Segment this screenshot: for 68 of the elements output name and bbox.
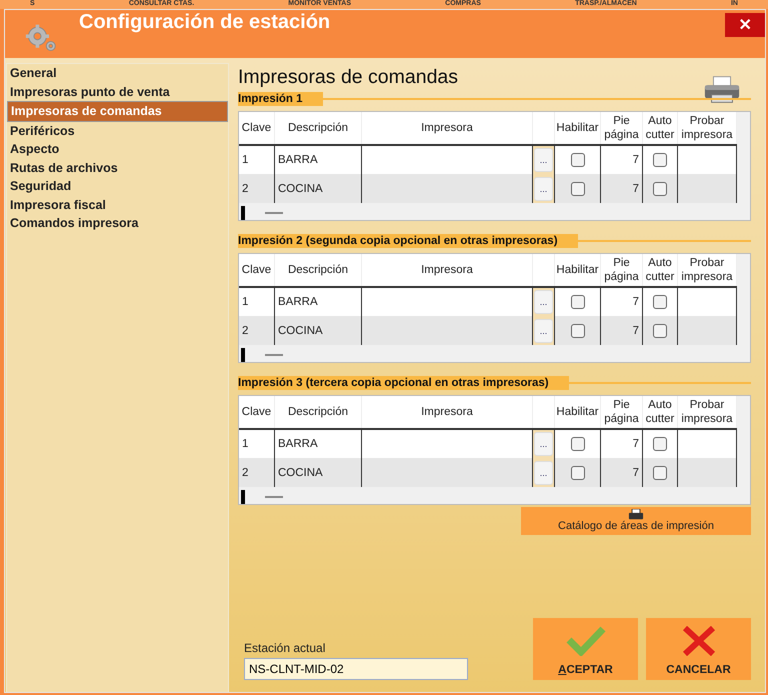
checkbox[interactable]: [570, 437, 584, 451]
column-header: Probar impresora: [678, 112, 736, 145]
page-title: Impresoras de comandas: [238, 66, 458, 90]
column-header: Clave: [239, 112, 274, 145]
sidebar-item[interactable]: Impresora fiscal: [7, 196, 228, 214]
column-header: Habilitar: [554, 112, 600, 145]
checkbox[interactable]: [570, 153, 584, 167]
row-indicator: [241, 490, 245, 504]
column-header: Clave: [239, 254, 274, 287]
printer-icon: [628, 509, 644, 520]
column-header: Impresora: [362, 396, 532, 429]
column-header: Probar impresora: [678, 254, 736, 287]
browse-button[interactable]: ...: [534, 460, 553, 484]
checkbox[interactable]: [653, 182, 667, 196]
column-header: Habilitar: [554, 396, 600, 429]
checkbox[interactable]: [570, 182, 584, 196]
column-header: Probar impresora: [678, 396, 736, 429]
browse-button[interactable]: ...: [534, 290, 553, 314]
close-button[interactable]: ✕: [725, 13, 765, 37]
sidebar-item[interactable]: General: [7, 64, 228, 82]
sidebar-item[interactable]: Impresoras de comandas: [7, 101, 228, 122]
checkbox[interactable]: [653, 295, 667, 309]
section-title: Impresión 1: [238, 92, 323, 106]
sidebar-item[interactable]: Aspecto: [7, 140, 228, 158]
browse-button[interactable]: ...: [534, 432, 553, 456]
cancel-button[interactable]: CANCELAR: [646, 618, 751, 680]
checkbox[interactable]: [653, 153, 667, 167]
checkbox[interactable]: [653, 324, 667, 338]
column-header: Pie página: [600, 396, 642, 429]
section-title: Impresión 2 (segunda copia opcional en otras impresoras): [238, 234, 578, 248]
sidebar-item[interactable]: Periféricos: [7, 122, 228, 140]
browse-button[interactable]: ...: [534, 176, 553, 200]
column-header: Auto cutter: [642, 112, 678, 145]
browse-button[interactable]: ...: [534, 318, 553, 342]
printer-icon: [703, 75, 741, 105]
dash-mark: [265, 354, 283, 356]
dash-mark: [265, 212, 283, 214]
column-header: Impresora: [362, 112, 532, 145]
row-indicator: [241, 206, 245, 220]
checkbox[interactable]: [653, 437, 667, 451]
section-title: Impresión 3 (tercera copia opcional en otras impresoras): [238, 376, 569, 390]
column-header: Habilitar: [554, 254, 600, 287]
column-header: Clave: [239, 396, 274, 429]
column-header: Descripción: [274, 112, 362, 145]
browse-button[interactable]: ...: [534, 148, 553, 172]
window-title: Configuración de estación: [79, 11, 332, 34]
sidebar-item[interactable]: Seguridad: [7, 177, 228, 196]
row-indicator: [241, 348, 245, 362]
sidebar-item[interactable]: Rutas de archivos: [7, 158, 228, 177]
column-header: Auto cutter: [642, 254, 678, 287]
catalog-button[interactable]: Catálogo de áreas de impresión: [521, 507, 751, 535]
checkbox[interactable]: [570, 295, 584, 309]
column-header: Descripción: [274, 396, 362, 429]
dash-mark: [265, 496, 283, 498]
checkbox[interactable]: [653, 466, 667, 480]
checkbox[interactable]: [570, 466, 584, 480]
column-header: Auto cutter: [642, 396, 678, 429]
accept-button[interactable]: ACEPTAR: [533, 618, 638, 680]
checkmark-icon: [566, 626, 606, 656]
sidebar-item[interactable]: Impresoras punto de venta: [7, 82, 228, 101]
column-header: Descripción: [274, 254, 362, 287]
station-label: Estación actual: [244, 641, 326, 655]
station-field[interactable]: NS-CLNT-MID-02: [244, 658, 468, 680]
column-header: Pie página: [600, 254, 642, 287]
column-header: Pie página: [600, 112, 642, 145]
column-header: Impresora: [362, 254, 532, 287]
checkbox[interactable]: [570, 324, 584, 338]
sidebar-item[interactable]: Comandos impresora: [7, 214, 228, 232]
